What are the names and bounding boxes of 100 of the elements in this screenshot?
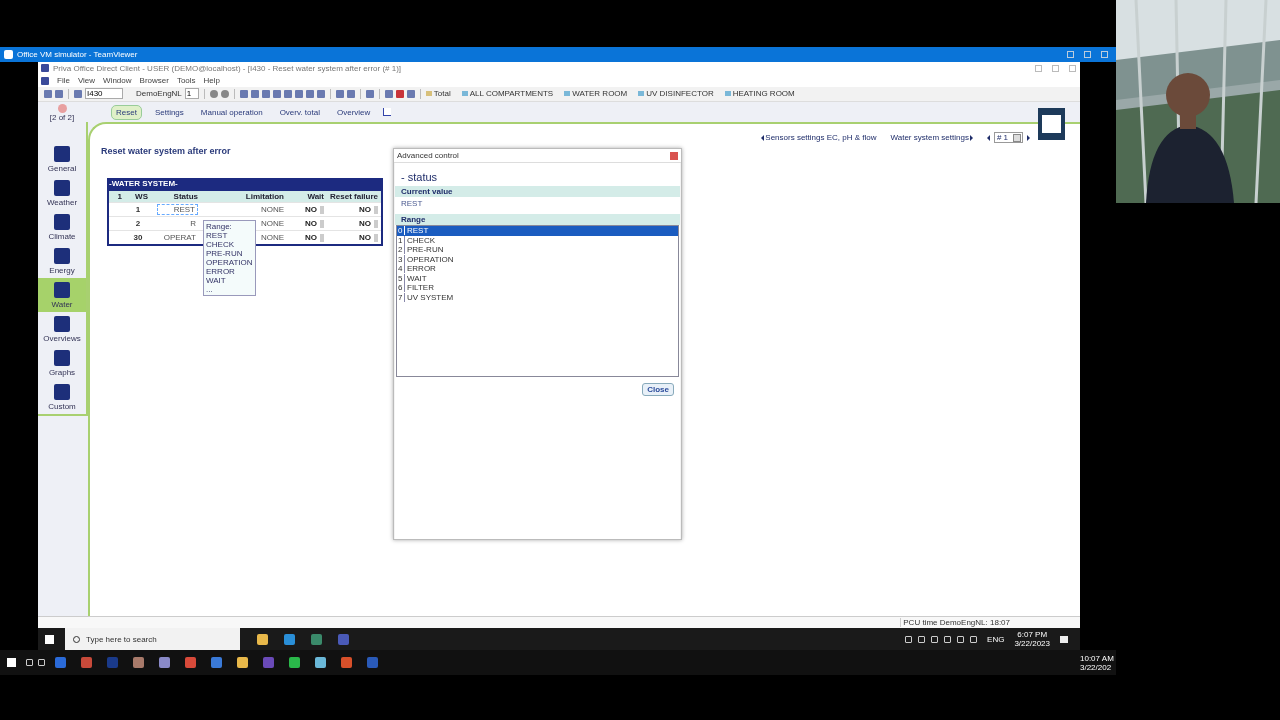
- tooltip-line: OPERATION: [206, 257, 253, 267]
- section-header: Current value: [395, 186, 680, 198]
- menu-item[interactable]: Help: [203, 76, 221, 86]
- right-arrow-icon[interactable]: [1027, 134, 1030, 141]
- compartment-icon: [564, 91, 571, 97]
- value-dropdown[interactable]: NO: [359, 205, 379, 215]
- compartment-button[interactable]: HEATING ROOM: [724, 89, 795, 99]
- list-item[interactable]: 6 FILTER: [397, 283, 678, 293]
- dropdown-icon: [1013, 133, 1021, 142]
- clock[interactable]: 6:07 PM 3/22/2023: [1014, 630, 1050, 648]
- list-item[interactable]: 7 UV SYSTEM: [397, 292, 678, 303]
- tab[interactable]: Overview: [332, 105, 375, 119]
- table-cell: 2: [125, 216, 151, 231]
- dialog-heading: - status: [400, 170, 439, 186]
- nav-item[interactable]: Graphs: [38, 346, 86, 381]
- left-arrow-icon: [761, 134, 765, 141]
- clock[interactable]: 10:07 AM 3/22/202: [1080, 653, 1116, 672]
- column-header: Limitation: [201, 190, 287, 203]
- column-header: WS: [125, 190, 151, 203]
- tooltip-line: WAIT: [206, 275, 227, 285]
- value-dropdown[interactable]: NO: [305, 219, 324, 229]
- app-icon[interactable]: [315, 657, 326, 668]
- language-indicator[interactable]: ENG: [987, 634, 1005, 644]
- tooltip-line: CHECK: [206, 239, 235, 249]
- item-index: 6: [397, 283, 405, 293]
- tooltip-line: ERROR: [206, 266, 236, 276]
- search-field[interactable]: Type here to search: [65, 628, 240, 650]
- item-label: UV SYSTEM: [406, 292, 454, 302]
- menu-item[interactable]: File: [57, 76, 70, 86]
- item-index: 2: [397, 245, 405, 255]
- app-icon[interactable]: [237, 657, 248, 668]
- next-page-link[interactable]: Water system settings: [890, 133, 973, 143]
- value-dropdown[interactable]: NO: [359, 233, 379, 243]
- table-cell: 30: [125, 230, 151, 246]
- status-field[interactable]: OPERAT: [161, 233, 198, 243]
- tab[interactable]: Overv. total: [275, 105, 324, 119]
- column-header: 1: [108, 190, 125, 203]
- nav-item[interactable]: Climate: [38, 210, 86, 245]
- tooltip-line: PRE-RUN: [206, 248, 244, 258]
- list-item[interactable]: 5 WAIT: [397, 273, 678, 284]
- tab[interactable]: Reset: [111, 104, 142, 120]
- column-header: Reset failure: [327, 190, 383, 203]
- nav-item[interactable]: Weather: [38, 176, 86, 211]
- list-item[interactable]: 0 REST: [397, 226, 678, 236]
- compartment-button[interactable]: UV DISINFECTOR: [638, 89, 714, 99]
- toolbar-icon[interactable]: [74, 89, 82, 98]
- controller-label: DemoEngNL: [136, 89, 182, 99]
- value-dropdown[interactable]: NO: [305, 233, 324, 243]
- current-value: REST: [400, 198, 424, 211]
- nav-item[interactable]: Overviews: [38, 312, 86, 347]
- nav-item[interactable]: General: [38, 142, 86, 177]
- menu-item[interactable]: Tools: [176, 76, 196, 86]
- instance-dropdown[interactable]: # 1: [993, 132, 1023, 144]
- menu-item[interactable]: Window: [103, 76, 132, 86]
- status-text: PCU time DemoEngNL: 18:07: [900, 618, 1010, 628]
- value-dropdown[interactable]: NO: [359, 219, 379, 229]
- tab[interactable]: Manual operation: [196, 105, 267, 119]
- nav-item[interactable]: Water: [38, 278, 86, 313]
- item-index: 0: [397, 226, 405, 236]
- close-button[interactable]: Close: [642, 383, 674, 397]
- item-label: CHECK: [406, 235, 435, 245]
- compartment-icon: [638, 91, 645, 97]
- app-icon[interactable]: [289, 657, 300, 668]
- window-title: Office VM simulator - TeamViewer: [17, 50, 138, 59]
- compartment-icon: [461, 91, 468, 97]
- compartment-button[interactable]: Total: [425, 89, 451, 99]
- list-item[interactable]: 2 PRE-RUN: [397, 245, 678, 255]
- list-item[interactable]: 1 CHECK: [397, 235, 678, 246]
- nav-item[interactable]: Energy: [38, 244, 86, 279]
- tooltip-line: ...: [206, 284, 214, 294]
- tab[interactable]: Settings: [150, 105, 188, 119]
- nav-item[interactable]: Custom: [38, 380, 86, 415]
- previous-page-link[interactable]: Sensors settings EC, pH & flow: [761, 133, 877, 143]
- list-item[interactable]: 4 ERROR: [397, 264, 678, 274]
- value-dropdown[interactable]: NO: [305, 205, 324, 215]
- page-title: Reset water system after error: [101, 146, 231, 157]
- status-field[interactable]: R: [188, 219, 198, 229]
- table-cell: NONE: [201, 202, 287, 217]
- range-list[interactable]: 0 REST 1 CHECK 2 PRE-RUN 3 OPERATION 4 ERROR 5 WAIT 6 FILTER 7 UV SYSTEM: [396, 225, 679, 378]
- section-header: Range: [395, 214, 680, 226]
- column-header: Wait: [287, 190, 327, 203]
- item-label: OPERATION: [406, 254, 454, 264]
- item-label: ERROR: [406, 264, 436, 274]
- compartment-button[interactable]: ALL COMPARTMENTS: [461, 89, 554, 99]
- chart-icon[interactable]: [383, 108, 392, 117]
- controller-field[interactable]: 1: [184, 88, 199, 100]
- list-item[interactable]: 3 OPERATION: [397, 254, 678, 265]
- menu-item[interactable]: View: [77, 76, 96, 86]
- menu-item[interactable]: Browser: [139, 76, 169, 86]
- app-icon[interactable]: [257, 633, 268, 645]
- compartment-button[interactable]: WATER ROOM: [564, 89, 628, 99]
- app-icon[interactable]: [284, 633, 295, 645]
- item-index: 7: [397, 292, 405, 302]
- left-arrow-icon[interactable]: [986, 134, 990, 141]
- page-field[interactable]: I430: [85, 88, 123, 100]
- compartment-icon: [724, 91, 731, 97]
- item-label: PRE-RUN: [406, 245, 444, 255]
- tooltip-title: Range:: [206, 221, 233, 231]
- app-icon[interactable]: [311, 633, 322, 645]
- status-field[interactable]: REST: [156, 204, 198, 216]
